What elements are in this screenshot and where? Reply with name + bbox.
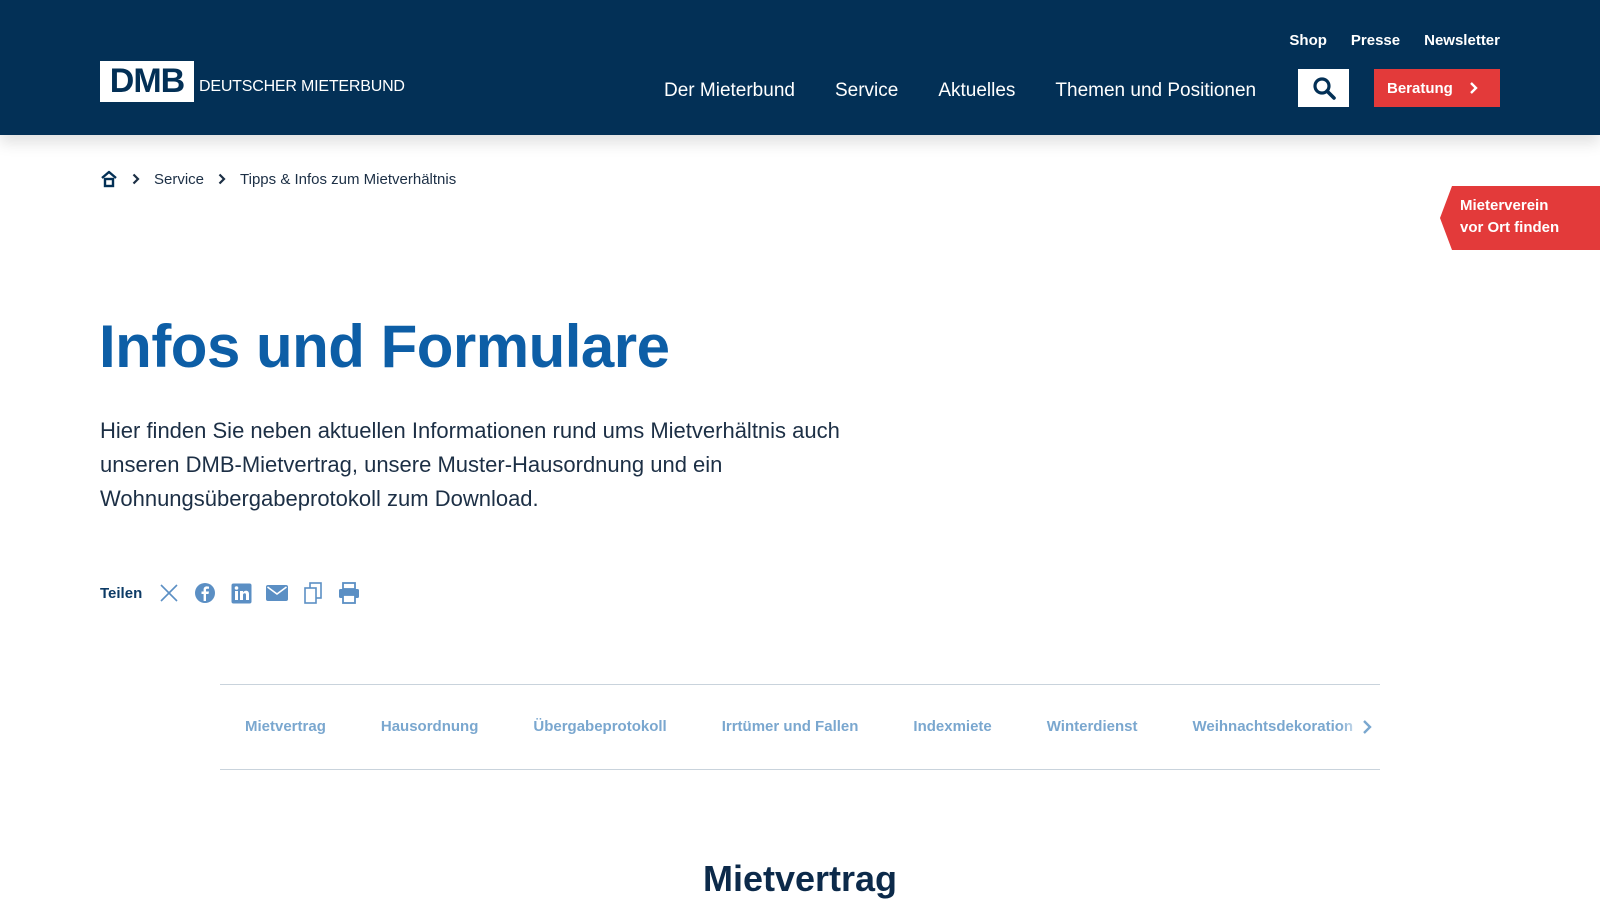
share-bar: Teilen [100,582,374,604]
main-nav-der-mieterbund[interactable]: Der Mieterbund [664,80,795,102]
tab-uebergabeprotokoll[interactable]: Übergabeprotokoll [533,718,666,735]
meta-nav-shop[interactable]: Shop [1289,32,1327,49]
tab-irrtuemer-und-fallen[interactable]: Irrtümer und Fallen [722,718,859,735]
page-title: Infos und Formulare [99,313,670,380]
tabs-list: Mietvertrag Hausordnung Übergabeprotokol… [245,718,1380,735]
dmb-logo[interactable]: DMB DEUTSCHER MIETERBUND [100,61,405,102]
search-button[interactable] [1298,69,1349,107]
breadcrumb-current[interactable]: Tipps & Infos zum Mietverhältnis [240,171,456,188]
home-icon[interactable] [100,170,118,188]
tab-indexmiete[interactable]: Indexmiete [913,718,991,735]
meta-nav-presse[interactable]: Presse [1351,32,1400,49]
mieterverein-finden-tab[interactable]: Mieterverein vor Ort finden [1440,186,1600,250]
x-icon[interactable] [158,582,180,604]
breadcrumb: Service Tipps & Infos zum Mietverhältnis [100,170,456,188]
meta-nav: Shop Presse Newsletter [1289,32,1500,49]
beratung-button[interactable]: Beratung [1374,69,1500,107]
chevron-right-icon[interactable] [1362,719,1372,735]
tab-winterdienst[interactable]: Winterdienst [1047,718,1138,735]
logo-mark: DMB [100,61,194,102]
facebook-icon[interactable] [194,582,216,604]
chevron-right-icon [1469,82,1478,94]
tab-mietvertrag[interactable]: Mietvertrag [245,718,326,735]
linkedin-icon[interactable] [230,582,252,604]
meta-nav-newsletter[interactable]: Newsletter [1424,32,1500,49]
tab-hausordnung[interactable]: Hausordnung [381,718,479,735]
beratung-label: Beratung [1387,79,1453,97]
chevron-right-icon [132,173,140,185]
main-nav: Der Mieterbund Service Aktuelles Themen … [664,80,1256,102]
tab-weihnachtsdekoration[interactable]: Weihnachtsdekoration [1192,718,1353,735]
share-label: Teilen [100,584,143,602]
main-nav-aktuelles[interactable]: Aktuelles [938,80,1015,102]
mail-icon[interactable] [266,582,289,604]
logo-text: DEUTSCHER MIETERBUND [199,77,405,95]
section-tabs: Mietvertrag Hausordnung Übergabeprotokol… [220,684,1380,770]
main-nav-themen[interactable]: Themen und Positionen [1055,80,1256,102]
lead-text: Hier finden Sie neben aktuellen Informat… [100,418,840,511]
site-header: DMB DEUTSCHER MIETERBUND Shop Presse New… [0,0,1600,135]
print-icon[interactable] [338,582,360,604]
search-icon [1312,77,1336,100]
copy-icon[interactable] [302,582,324,604]
side-tab-line2: vor Ort finden [1460,219,1560,236]
main-nav-service[interactable]: Service [835,80,898,102]
chevron-right-icon [218,173,226,185]
tabs-fade [1340,685,1380,769]
breadcrumb-service[interactable]: Service [154,171,204,188]
section-title: Mietvertrag [702,858,898,899]
side-tab-line1: Mieterverein [1460,197,1549,214]
